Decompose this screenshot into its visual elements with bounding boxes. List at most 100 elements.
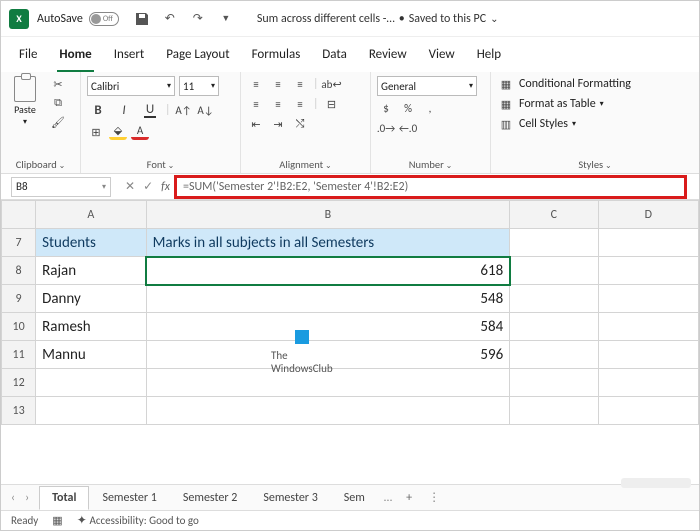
cell[interactable] bbox=[598, 341, 698, 369]
format-painter-icon[interactable]: 🖌 bbox=[49, 114, 67, 130]
cell[interactable] bbox=[598, 285, 698, 313]
align-center-icon[interactable]: ≡ bbox=[269, 96, 287, 112]
tab-insert[interactable]: Insert bbox=[112, 43, 147, 72]
cell[interactable]: Ramesh bbox=[36, 313, 146, 341]
cell[interactable] bbox=[598, 229, 698, 257]
fx-icon[interactable]: fx bbox=[161, 180, 170, 194]
row-header[interactable]: 13 bbox=[2, 397, 36, 425]
cut-icon[interactable]: ✂ bbox=[49, 76, 67, 92]
increase-font-icon[interactable]: A↑ bbox=[175, 102, 193, 118]
copy-icon[interactable]: ⧉ bbox=[49, 95, 67, 111]
formula-input[interactable]: =SUM('Semester 2'!B2:E2, 'Semester 4'!B2… bbox=[174, 175, 687, 199]
borders-icon[interactable]: ⊞ bbox=[87, 124, 105, 140]
cell[interactable] bbox=[146, 369, 510, 397]
decrease-decimal-icon[interactable]: ←.0 bbox=[399, 120, 417, 136]
select-all-corner[interactable] bbox=[2, 201, 36, 229]
accessibility-status[interactable]: ✦ Accessibility: Good to go bbox=[77, 513, 199, 528]
cell[interactable] bbox=[510, 257, 598, 285]
cell[interactable]: Marks in all subjects in all Semesters bbox=[146, 229, 510, 257]
cell[interactable] bbox=[510, 369, 598, 397]
new-sheet-icon[interactable]: + bbox=[398, 491, 420, 505]
autosave-toggle[interactable]: AutoSave Off bbox=[37, 12, 119, 26]
cell[interactable] bbox=[510, 341, 598, 369]
qat-dropdown-icon[interactable]: ▼ bbox=[217, 10, 235, 28]
align-middle-icon[interactable]: ≡ bbox=[269, 76, 287, 92]
tab-data[interactable]: Data bbox=[320, 43, 349, 72]
decrease-font-icon[interactable]: A↓ bbox=[197, 102, 215, 118]
cell[interactable] bbox=[598, 313, 698, 341]
orientation-icon[interactable]: ⤭ bbox=[291, 116, 309, 132]
col-header[interactable]: A bbox=[36, 201, 146, 229]
align-bottom-icon[interactable]: ≡ bbox=[291, 76, 309, 92]
col-header[interactable]: B bbox=[146, 201, 510, 229]
save-icon[interactable] bbox=[133, 10, 151, 28]
undo-icon[interactable]: ↶ bbox=[161, 10, 179, 28]
tab-formulas[interactable]: Formulas bbox=[250, 43, 303, 72]
cancel-formula-icon[interactable]: ✕ bbox=[125, 179, 135, 194]
name-box[interactable]: B8▾ bbox=[11, 177, 111, 197]
cell[interactable] bbox=[510, 397, 598, 425]
align-right-icon[interactable]: ≡ bbox=[291, 96, 309, 112]
format-as-table-button[interactable]: ▦Format as Table ▾ bbox=[497, 96, 693, 112]
tab-review[interactable]: Review bbox=[367, 43, 409, 72]
row-header[interactable]: 10 bbox=[2, 313, 36, 341]
col-header[interactable]: D bbox=[598, 201, 698, 229]
sheet-tab[interactable]: Sem bbox=[331, 486, 378, 510]
sheet-tabs-more-icon[interactable]: … bbox=[378, 491, 398, 505]
chevron-down-icon[interactable]: ⌄ bbox=[490, 12, 498, 25]
enter-formula-icon[interactable]: ✓ bbox=[143, 179, 153, 194]
cell[interactable]: Students bbox=[36, 229, 146, 257]
align-left-icon[interactable]: ≡ bbox=[247, 96, 265, 112]
number-format-combo[interactable]: General▾ bbox=[377, 76, 477, 96]
font-color-icon[interactable]: A bbox=[131, 124, 149, 140]
worksheet-grid[interactable]: A B C D 7 Students Marks in all subjects… bbox=[1, 200, 699, 425]
tab-page-layout[interactable]: Page Layout bbox=[164, 43, 231, 72]
cell[interactable]: 584 bbox=[146, 313, 510, 341]
cell[interactable] bbox=[146, 397, 510, 425]
conditional-formatting-button[interactable]: ▦Conditional Formatting bbox=[497, 76, 693, 92]
cell-selected[interactable]: 618 bbox=[146, 257, 510, 285]
align-top-icon[interactable]: ≡ bbox=[247, 76, 265, 92]
sheet-tab[interactable]: Semester 3 bbox=[250, 486, 330, 510]
cell[interactable] bbox=[510, 313, 598, 341]
font-size-combo[interactable]: 11▾ bbox=[179, 76, 219, 96]
cell[interactable]: 548 bbox=[146, 285, 510, 313]
cell[interactable] bbox=[510, 229, 598, 257]
cell[interactable]: Mannu bbox=[36, 341, 146, 369]
tab-home[interactable]: Home bbox=[57, 43, 93, 72]
tab-file[interactable]: File bbox=[17, 43, 39, 72]
fill-color-icon[interactable]: ⬙ bbox=[109, 124, 127, 140]
cell[interactable] bbox=[510, 285, 598, 313]
sheet-nav-next-icon[interactable]: › bbox=[25, 491, 29, 505]
wrap-text-icon[interactable]: ab↩ bbox=[323, 76, 341, 92]
cell[interactable] bbox=[598, 257, 698, 285]
cell[interactable] bbox=[598, 369, 698, 397]
increase-indent-icon[interactable]: ⇥ bbox=[269, 116, 287, 132]
cell-styles-button[interactable]: ▥Cell Styles ▾ bbox=[497, 116, 693, 132]
tab-help[interactable]: Help bbox=[475, 43, 503, 72]
underline-button[interactable]: U bbox=[139, 100, 161, 120]
currency-icon[interactable]: $ bbox=[377, 100, 395, 116]
increase-decimal-icon[interactable]: .0→ bbox=[377, 120, 395, 136]
row-header[interactable]: 7 bbox=[2, 229, 36, 257]
tab-view[interactable]: View bbox=[427, 43, 457, 72]
sheet-tab[interactable]: Total bbox=[39, 486, 89, 510]
row-header[interactable]: 12 bbox=[2, 369, 36, 397]
cell[interactable]: Danny bbox=[36, 285, 146, 313]
merge-center-icon[interactable]: ⊟ bbox=[323, 96, 341, 112]
font-name-combo[interactable]: Calibri▾ bbox=[87, 76, 175, 96]
sheet-tab[interactable]: Semester 2 bbox=[170, 486, 250, 510]
cell[interactable]: 596 bbox=[146, 341, 510, 369]
sheet-nav-prev-icon[interactable]: ‹ bbox=[11, 491, 15, 505]
cell[interactable] bbox=[36, 369, 146, 397]
horizontal-scrollbar[interactable] bbox=[621, 478, 691, 488]
italic-button[interactable]: I bbox=[113, 100, 135, 120]
cell[interactable] bbox=[36, 397, 146, 425]
cell[interactable] bbox=[598, 397, 698, 425]
comma-icon[interactable]: , bbox=[421, 100, 439, 116]
decrease-indent-icon[interactable]: ⇤ bbox=[247, 116, 265, 132]
workbook-stats-icon[interactable]: ▦ bbox=[52, 514, 62, 527]
bold-button[interactable]: B bbox=[87, 100, 109, 120]
row-header[interactable]: 11 bbox=[2, 341, 36, 369]
row-header[interactable]: 8 bbox=[2, 257, 36, 285]
